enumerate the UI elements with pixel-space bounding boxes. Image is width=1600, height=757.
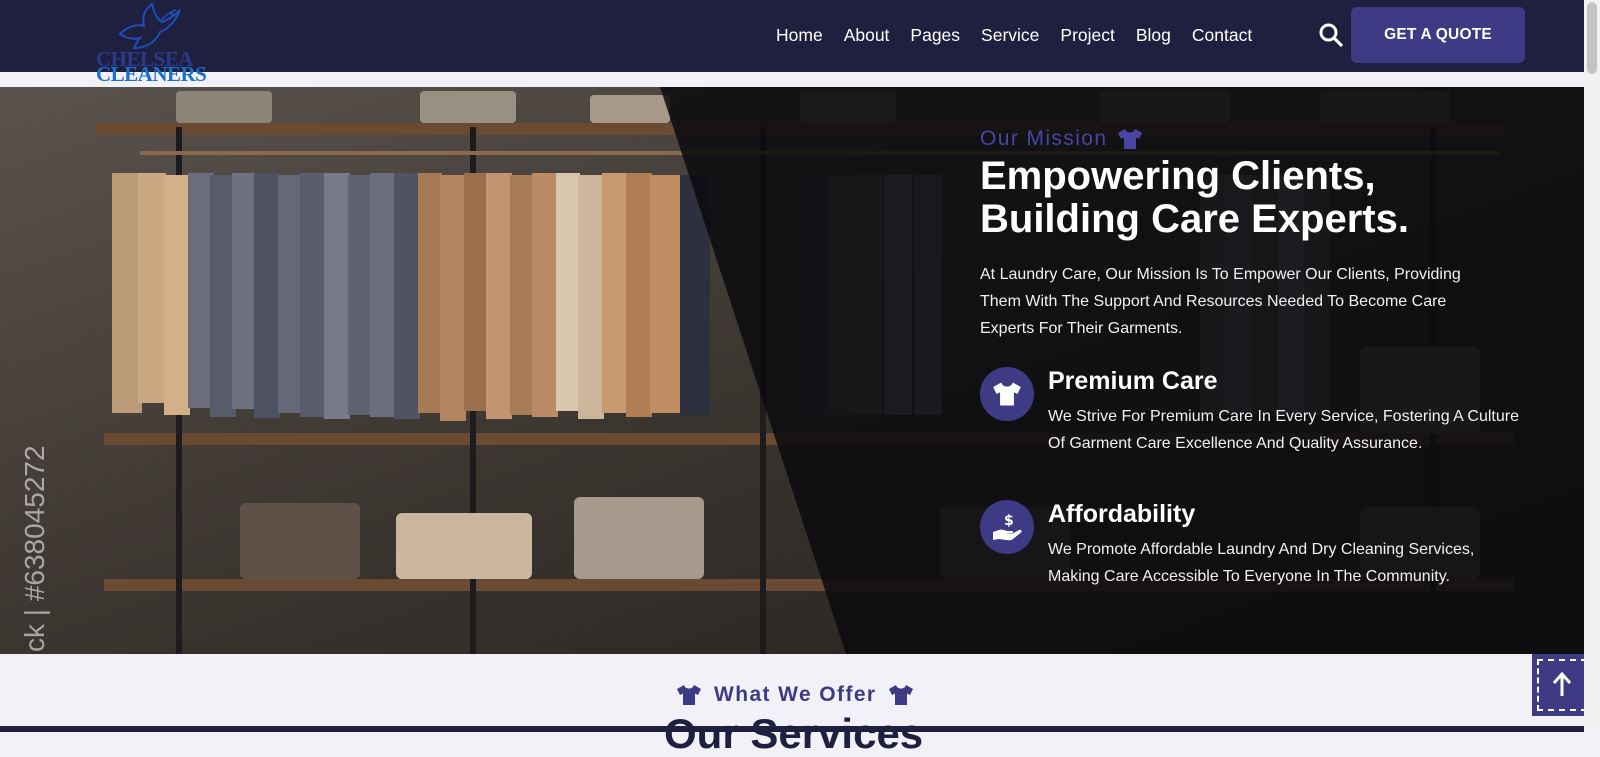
mission-eyebrow: Our Mission bbox=[980, 127, 1143, 151]
feature-description: We Promote Affordable Laundry And Dry Cl… bbox=[1048, 541, 1475, 585]
svg-text:$: $ bbox=[1004, 513, 1014, 529]
tshirt-icon bbox=[677, 685, 701, 705]
logo-text: CHELSEA CLEANERS bbox=[96, 49, 207, 86]
tshirt-icon bbox=[993, 382, 1021, 406]
tshirt-icon bbox=[889, 685, 914, 705]
site-logo[interactable]: CHELSEA CLEANERS bbox=[96, 0, 207, 98]
search-button[interactable] bbox=[1318, 22, 1344, 48]
nav-about[interactable]: About bbox=[844, 22, 890, 48]
logo-line-2: CLEANERS bbox=[96, 62, 207, 86]
mission-lead-text: At Laundry Care, Our Mission Is To Empow… bbox=[980, 266, 1461, 337]
nav-home[interactable]: Home bbox=[776, 22, 823, 48]
page-scrollbar[interactable] bbox=[1584, 0, 1600, 732]
feature-title: Premium Care bbox=[1048, 367, 1218, 395]
scroll-to-top-button[interactable] bbox=[1532, 654, 1592, 716]
search-icon bbox=[1319, 23, 1343, 47]
mission-headline: Empowering Clients, Building Care Expert… bbox=[980, 155, 1520, 241]
stock-watermark: ck | #638045272 bbox=[19, 445, 50, 652]
scroll-to-top-inner bbox=[1537, 659, 1587, 711]
feature-icon-badge bbox=[980, 367, 1034, 421]
nav-service[interactable]: Service bbox=[981, 22, 1039, 48]
nav-project[interactable]: Project bbox=[1060, 22, 1114, 48]
dove-icon bbox=[118, 2, 181, 50]
headline-line-2: Building Care Experts. bbox=[980, 197, 1409, 241]
nav-pages[interactable]: Pages bbox=[910, 22, 960, 48]
feature-description: We Strive For Premium Care In Every Serv… bbox=[1048, 408, 1519, 452]
nav-contact[interactable]: Contact bbox=[1192, 22, 1252, 48]
feature-icon-badge: $ bbox=[980, 500, 1034, 554]
nav-blog[interactable]: Blog bbox=[1136, 22, 1171, 48]
main-nav: Home About Pages Service Project Blog Co… bbox=[776, 22, 1273, 48]
bottom-edge-bar bbox=[0, 726, 1584, 732]
offer-eyebrow-label: What We Offer bbox=[714, 683, 877, 706]
tshirt-icon bbox=[1118, 129, 1143, 149]
get-a-quote-button[interactable]: GET A QUOTE bbox=[1351, 7, 1525, 63]
site-header: CHELSEA CLEANERS Home About Pages Servic… bbox=[0, 0, 1600, 85]
scrollbar-thumb[interactable] bbox=[1587, 2, 1597, 74]
mission-eyebrow-label: Our Mission bbox=[980, 127, 1108, 150]
feature-title: Affordability bbox=[1048, 500, 1196, 528]
offer-eyebrow: What We Offer bbox=[676, 681, 914, 709]
mission-hero: ck | #638045272 Our Mission Empowering C… bbox=[0, 87, 1600, 654]
hand-dollar-icon: $ bbox=[993, 513, 1022, 541]
headline-line-1: Empowering Clients, bbox=[980, 154, 1376, 198]
offer-section-title: Our Services bbox=[664, 710, 924, 757]
arrow-up-icon bbox=[1552, 672, 1572, 696]
